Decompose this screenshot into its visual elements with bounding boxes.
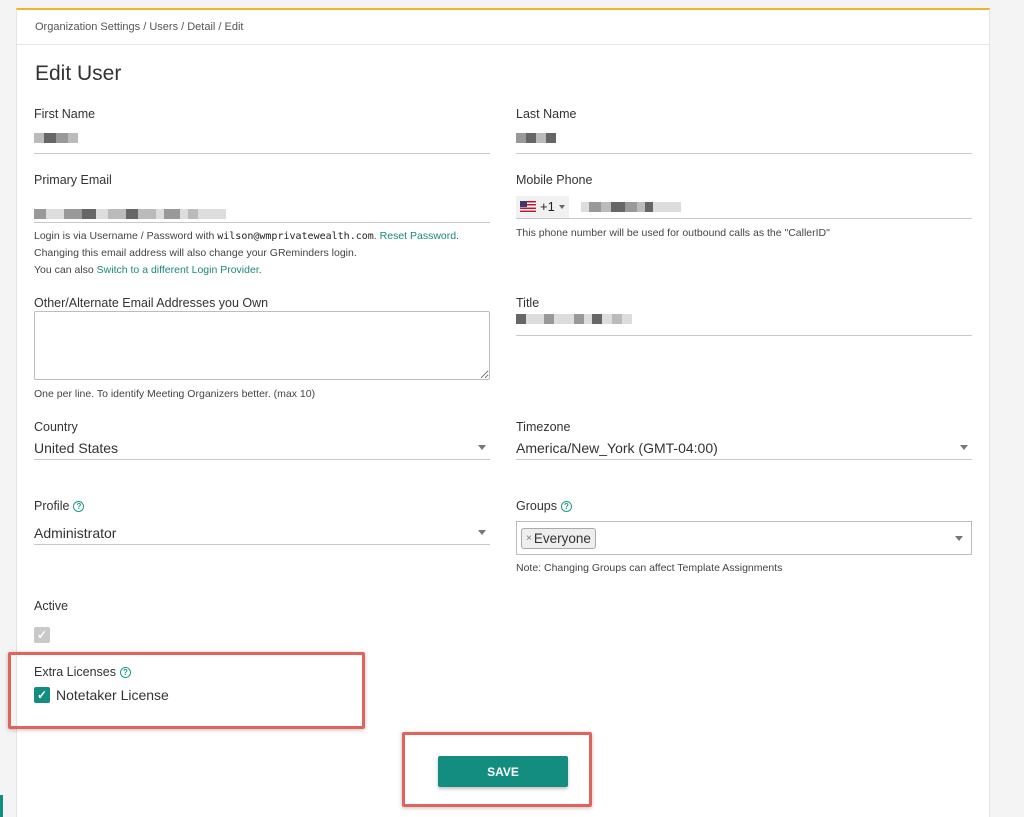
login-provider-period: . <box>258 264 262 276</box>
chevron-down-icon <box>955 535 963 541</box>
group-chip: × Everyone <box>521 527 596 549</box>
group-chip-label: Everyone <box>533 530 591 546</box>
email-change-note: Changing this email address will also ch… <box>34 247 357 259</box>
active-checkbox: ✓ <box>34 627 50 643</box>
us-flag-icon <box>520 201 536 212</box>
mobile-phone-field: Mobile Phone +1 This phone number will b… <box>516 173 972 242</box>
country-label: Country <box>34 420 78 434</box>
title-redacted-value <box>516 314 972 324</box>
login-provider-note: You can also <box>34 264 97 276</box>
alt-emails-textarea[interactable] <box>34 311 490 380</box>
groups-field: Groups ? × Everyone Note: Changing Group… <box>516 499 972 577</box>
primary-email-field: Primary Email Login is via Username / Pa… <box>34 173 490 279</box>
chevron-down-icon <box>558 204 565 209</box>
breadcrumb: Organization Settings / Users / Detail /… <box>17 10 989 45</box>
last-name-redacted-value <box>516 133 972 143</box>
email-help-text: Login is via Username / Password with <box>34 230 218 242</box>
timezone-label: Timezone <box>516 420 571 434</box>
country-select[interactable]: United States <box>34 436 490 460</box>
last-name-input[interactable] <box>516 121 972 154</box>
first-name-field: First Name <box>34 107 490 154</box>
country-code-selector[interactable]: +1 <box>516 195 569 218</box>
highlight-box-save <box>402 732 592 807</box>
chevron-down-icon <box>478 530 486 535</box>
alt-emails-help: One per line. To identify Meeting Organi… <box>34 388 316 400</box>
profile-label: Profile <box>34 499 70 513</box>
chevron-down-icon <box>478 445 486 450</box>
timezone-value: America/New_York (GMT-04:00) <box>516 439 718 456</box>
last-name-field: Last Name <box>516 107 972 154</box>
mobile-phone-label: Mobile Phone <box>516 173 593 187</box>
primary-email-label: Primary Email <box>34 173 112 187</box>
title-label: Title <box>516 296 540 310</box>
active-field: Active ✓ <box>34 599 490 643</box>
first-name-redacted-value <box>34 133 490 143</box>
mobile-phone-input[interactable]: +1 <box>516 195 972 219</box>
alt-emails-field: Other/Alternate Email Addresses you Own … <box>34 296 490 403</box>
timezone-field: Timezone America/New_York (GMT-04:00) <box>516 420 972 460</box>
login-email: wilson@wmprivatewealth.com <box>217 231 374 242</box>
groups-multiselect[interactable]: × Everyone <box>516 521 972 555</box>
mobile-phone-redacted-value <box>580 201 681 212</box>
profile-field: Profile ? Administrator <box>34 499 490 545</box>
profile-value: Administrator <box>34 524 117 541</box>
country-field: Country United States <box>34 420 490 460</box>
email-help-period: . <box>456 230 460 242</box>
profile-label-row: Profile ? <box>34 499 490 513</box>
chevron-down-icon <box>960 445 968 450</box>
switch-login-provider-link[interactable]: Switch to a different Login Provider <box>97 264 259 276</box>
title-input[interactable] <box>516 310 972 336</box>
remove-chip-icon[interactable]: × <box>526 533 532 544</box>
groups-help: Note: Changing Groups can affect Templat… <box>516 562 783 574</box>
primary-email-help: Login is via Username / Password with wi… <box>34 228 504 279</box>
side-tab <box>0 795 3 817</box>
help-icon[interactable]: ? <box>561 500 572 512</box>
groups-label: Groups <box>516 499 557 513</box>
highlight-box-licenses <box>8 652 365 729</box>
timezone-select[interactable]: America/New_York (GMT-04:00) <box>516 436 972 460</box>
page-title: Edit User <box>35 62 122 85</box>
groups-label-row: Groups ? <box>516 499 972 513</box>
profile-select[interactable]: Administrator <box>34 521 490 545</box>
primary-email-redacted-value <box>34 209 490 219</box>
alt-emails-label: Other/Alternate Email Addresses you Own <box>34 296 269 310</box>
active-label: Active <box>34 599 69 613</box>
mobile-phone-help: This phone number will be used for outbo… <box>516 227 830 239</box>
country-value: United States <box>34 439 119 456</box>
first-name-label: First Name <box>34 107 96 121</box>
last-name-label: Last Name <box>516 107 577 121</box>
title-field: Title <box>516 296 972 336</box>
help-icon[interactable]: ? <box>73 500 85 512</box>
primary-email-input[interactable] <box>34 187 490 223</box>
country-code: +1 <box>540 199 555 214</box>
first-name-input[interactable] <box>34 121 490 154</box>
reset-password-link[interactable]: Reset Password <box>380 230 456 242</box>
